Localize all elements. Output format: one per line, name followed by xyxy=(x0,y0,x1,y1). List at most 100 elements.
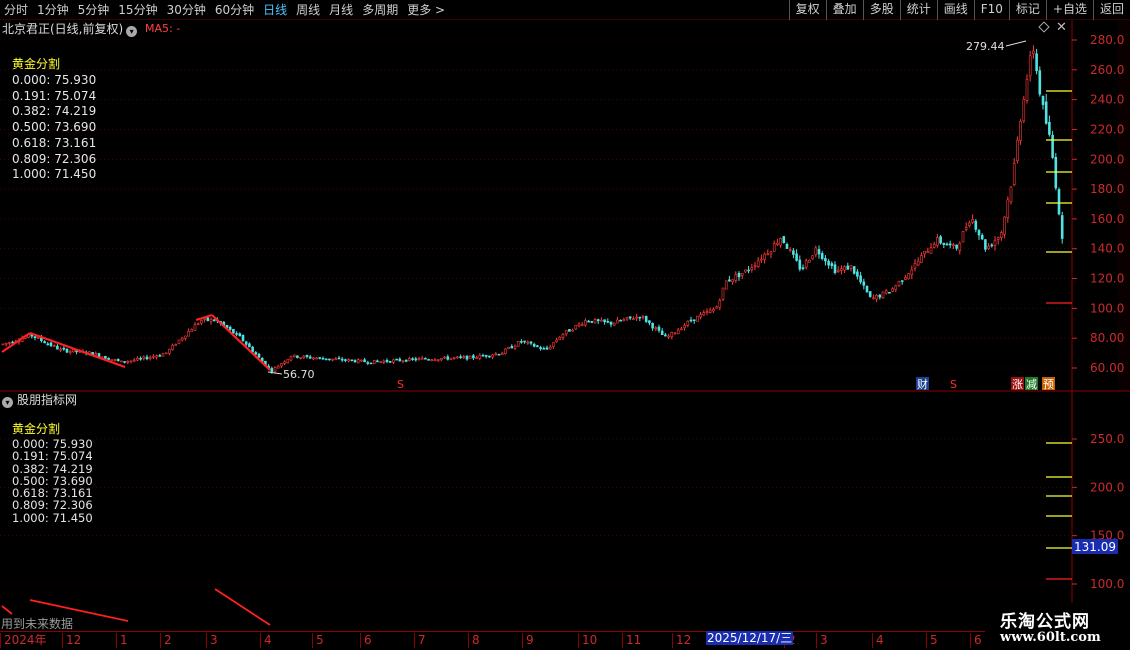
overlay-button[interactable]: 叠加 xyxy=(825,0,863,20)
watermark-title: 乐淘公式网 xyxy=(1000,612,1090,632)
statistics-button[interactable]: 统计 xyxy=(899,0,937,20)
candle-body xyxy=(872,297,875,300)
tab-more-label: 更多 xyxy=(407,3,432,17)
candle-body xyxy=(952,244,955,246)
candle-body xyxy=(923,250,926,255)
candle-body xyxy=(452,357,456,359)
candle-body xyxy=(36,337,40,339)
candle-body xyxy=(958,243,962,251)
candle-body xyxy=(33,336,37,339)
candle-body xyxy=(625,317,629,320)
candle-body xyxy=(558,336,562,340)
axis-label: 220.0 xyxy=(1090,122,1124,136)
tab-intraday[interactable]: 分时 xyxy=(4,0,28,20)
candle-body xyxy=(491,354,494,358)
restore-rights-button[interactable]: 复权 xyxy=(788,0,826,20)
candle-body xyxy=(683,325,686,329)
candle-body xyxy=(609,321,613,325)
multi-stock-button[interactable]: 多股 xyxy=(862,0,900,20)
tab-weekly[interactable]: 周线 xyxy=(296,0,320,20)
candle-body xyxy=(900,280,904,282)
draw-line-button[interactable]: 画线 xyxy=(936,0,974,20)
ma5-label: MA5: - xyxy=(145,22,181,35)
candle-body xyxy=(59,348,62,351)
candle-body xyxy=(635,316,638,319)
date-label: 12 xyxy=(62,633,81,648)
candle-body xyxy=(142,356,146,359)
candle-body xyxy=(251,346,254,353)
date-label: 4 xyxy=(260,633,272,648)
tab-more[interactable]: 更多 > xyxy=(407,0,445,20)
tab-multi-period[interactable]: 多周期 xyxy=(362,0,398,20)
date-label: 8 xyxy=(468,633,480,648)
candle-body xyxy=(532,343,536,347)
candle-body xyxy=(302,355,306,358)
candle-body xyxy=(363,359,366,363)
candle-body xyxy=(820,253,824,259)
date-label: 12 xyxy=(672,633,691,648)
candle-body xyxy=(907,273,910,280)
candle-body xyxy=(136,357,139,361)
candle-body xyxy=(174,344,178,346)
tab-5min[interactable]: 5分钟 xyxy=(78,0,110,20)
candle-body xyxy=(689,319,693,322)
candle-body xyxy=(510,346,514,349)
candle-body xyxy=(577,323,581,327)
add-watchlist-button[interactable]: +自选 xyxy=(1045,0,1093,20)
sub-fib-table: 黄金分割 0.000: 75.930 0.191: 75.074 0.382: … xyxy=(12,420,93,524)
candle-body xyxy=(248,343,251,348)
candle-body xyxy=(4,342,8,345)
candle-body xyxy=(744,269,747,273)
back-button[interactable]: 返回 xyxy=(1092,0,1130,20)
candle-body xyxy=(993,240,997,246)
tab-daily[interactable]: 日线 xyxy=(263,0,287,20)
candle-body xyxy=(401,360,405,363)
f10-button[interactable]: F10 xyxy=(973,0,1009,20)
candle-body xyxy=(824,258,827,262)
candle-body xyxy=(68,351,72,354)
candle-body xyxy=(750,267,754,270)
candle-body xyxy=(664,334,667,337)
chart-canvas[interactable]: 280.0260.0240.0220.0200.0180.0160.0140.0… xyxy=(0,0,1130,650)
candle-body xyxy=(712,308,715,312)
candle-body xyxy=(177,339,181,344)
candle-body xyxy=(1000,232,1003,238)
candle-body xyxy=(948,243,952,246)
tab-60min[interactable]: 60分钟 xyxy=(215,0,254,20)
price-grid xyxy=(0,20,1130,631)
date-label: 5 xyxy=(312,633,324,648)
candle-body xyxy=(756,260,760,267)
candle-body xyxy=(881,291,885,299)
candle-body xyxy=(164,352,168,355)
tab-30min[interactable]: 30分钟 xyxy=(167,0,206,20)
candle-body xyxy=(158,355,162,357)
chevron-down-icon[interactable]: ▾ xyxy=(126,26,138,37)
chart-title-text: 北京君正(日线,前复权) xyxy=(2,22,124,36)
candle-body xyxy=(1057,189,1061,215)
candle-body xyxy=(369,362,373,365)
mark-button[interactable]: 标记 xyxy=(1008,0,1046,20)
date-label: 10 xyxy=(578,633,597,648)
candle-body xyxy=(945,243,949,246)
watermark: 乐淘公式网 www.60lt.com xyxy=(985,603,1130,650)
tab-monthly[interactable]: 月线 xyxy=(329,0,353,20)
candle-body xyxy=(849,264,853,269)
close-icon[interactable]: ✕ xyxy=(1056,20,1067,35)
candle-body xyxy=(536,345,539,348)
axis-label: 60.00 xyxy=(1090,361,1124,375)
candle-body xyxy=(193,324,197,331)
candle-body xyxy=(340,358,344,361)
chevron-down-icon[interactable]: ▾ xyxy=(2,397,13,408)
fib-row: 0.382: 74.219 xyxy=(12,104,97,119)
tab-1min[interactable]: 1分钟 xyxy=(37,0,69,20)
candle-body xyxy=(420,357,424,360)
candle-body xyxy=(888,291,891,294)
candle-body xyxy=(273,367,277,372)
candle-body xyxy=(379,361,382,363)
main-fib-table: 黄金分割 0.000: 75.930 0.191: 75.074 0.382: … xyxy=(12,55,96,183)
fib-title: 黄金分割 xyxy=(12,57,61,71)
tab-15min[interactable]: 15分钟 xyxy=(118,0,157,20)
candle-body xyxy=(548,346,552,350)
candle-body xyxy=(120,360,123,363)
candle-body xyxy=(843,266,846,271)
